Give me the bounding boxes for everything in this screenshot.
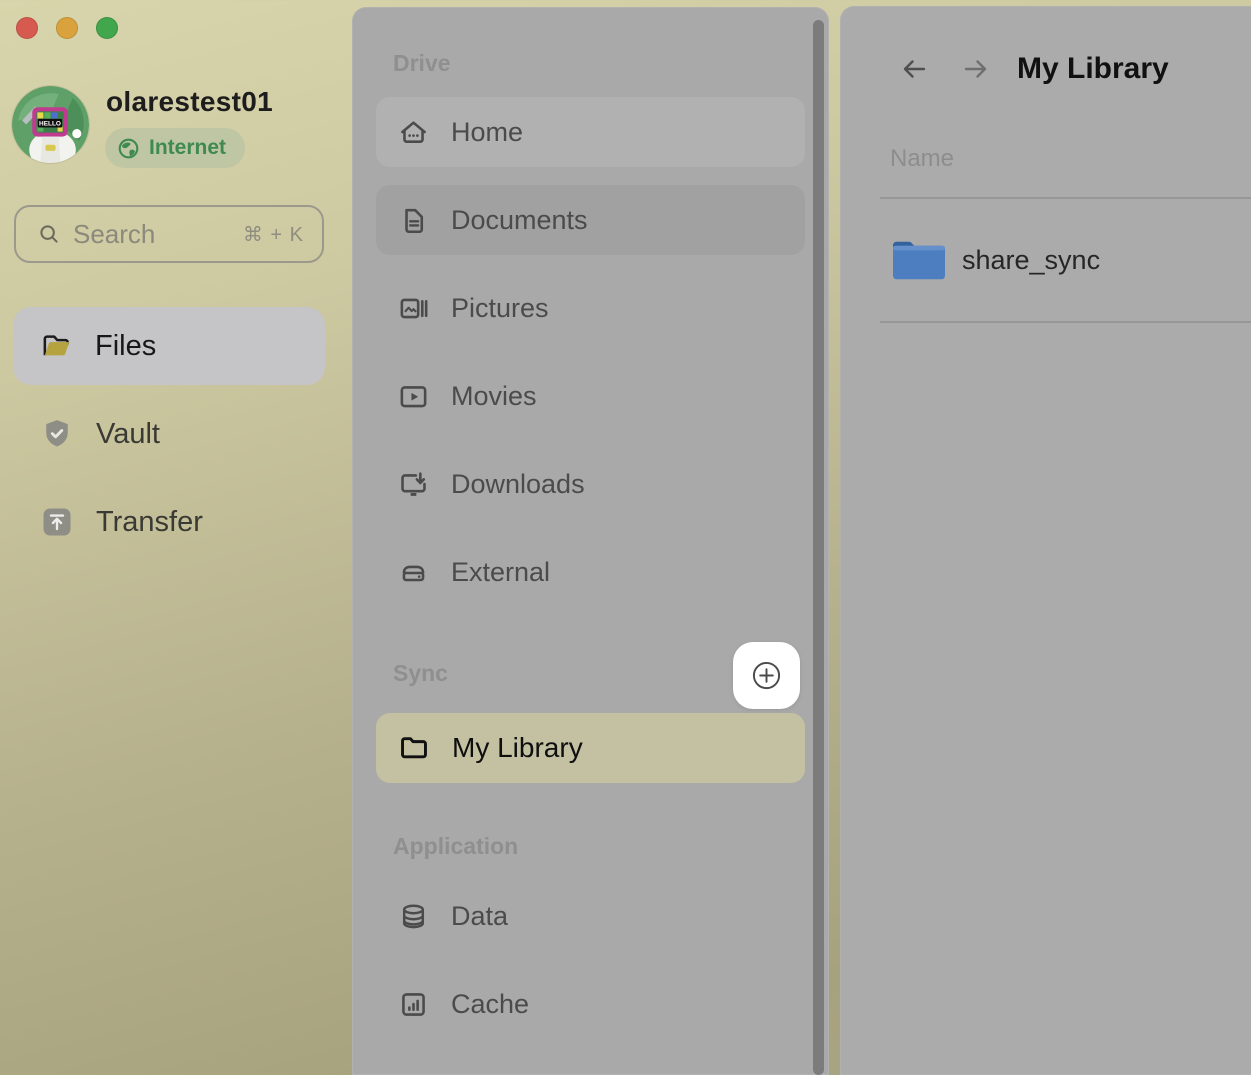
sidebar-item-label: Vault <box>96 418 160 451</box>
drive-item-my-library[interactable]: My Library <box>376 713 805 783</box>
sidebar-item-label: Files <box>95 330 156 363</box>
search-input[interactable] <box>73 219 230 250</box>
drive-item-label: External <box>451 557 550 588</box>
add-sync-button[interactable] <box>733 642 800 709</box>
drive-item-home[interactable]: Home <box>376 97 805 167</box>
svg-text:HELLO: HELLO <box>39 121 61 128</box>
external-drive-icon <box>398 557 429 588</box>
upload-icon <box>40 505 74 539</box>
folder-open-icon <box>40 330 73 363</box>
shield-check-icon <box>40 417 74 451</box>
column-header-name[interactable]: Name <box>890 145 954 173</box>
drive-panel: Drive Home Documents Pictures <box>352 7 829 1075</box>
drive-item-external[interactable]: External <box>376 537 805 607</box>
drive-item-cache[interactable]: Cache <box>376 969 805 1039</box>
content-panel: My Library Name share_sync <box>840 6 1251 1075</box>
download-monitor-icon <box>398 469 429 500</box>
file-name: share_sync <box>962 245 1100 276</box>
arrow-right-icon <box>960 53 992 85</box>
movie-icon <box>398 381 429 412</box>
drive-item-documents[interactable]: Documents <box>376 185 805 255</box>
network-status-badge: Internet <box>105 128 245 168</box>
sidebar-item-files[interactable]: Files <box>13 307 325 385</box>
search-icon <box>38 223 60 245</box>
section-title-drive: Drive <box>376 50 805 77</box>
globe-icon <box>117 137 140 160</box>
drive-item-label: Movies <box>451 381 537 412</box>
network-label: Internet <box>149 136 226 160</box>
username: olarestest01 <box>106 86 273 118</box>
sidebar: HELLO olarestest01 Internet ⌘ + K Files <box>0 0 352 1075</box>
sidebar-item-vault[interactable]: Vault <box>13 399 325 469</box>
drive-item-movies[interactable]: Movies <box>376 361 805 431</box>
avatar[interactable]: HELLO <box>12 86 89 163</box>
gallery-icon <box>398 293 429 324</box>
divider <box>880 321 1251 323</box>
search-shortcut: ⌘ + K <box>243 222 304 247</box>
drive-item-downloads[interactable]: Downloads <box>376 449 805 519</box>
chart-square-icon <box>398 989 429 1020</box>
folder-outline-icon <box>398 732 430 764</box>
arrow-left-icon <box>898 53 930 85</box>
back-button[interactable] <box>898 53 930 85</box>
content-header: My Library <box>898 52 1169 86</box>
section-title-application: Application <box>376 833 805 860</box>
minimize-button[interactable] <box>56 17 78 39</box>
drive-panel-scrollbar[interactable] <box>813 20 824 1075</box>
file-row-share-sync[interactable]: share_sync <box>880 199 1251 321</box>
forward-button[interactable] <box>960 53 992 85</box>
drive-item-label: Cache <box>451 989 529 1020</box>
drive-item-label: Data <box>451 901 508 932</box>
folder-icon <box>890 237 948 283</box>
drive-item-label: Home <box>451 117 523 148</box>
zoom-button[interactable] <box>96 17 118 39</box>
document-icon <box>398 205 429 236</box>
close-button[interactable] <box>16 17 38 39</box>
page-title: My Library <box>1017 52 1169 86</box>
drive-item-label: Pictures <box>451 293 549 324</box>
drive-item-pictures[interactable]: Pictures <box>376 273 805 343</box>
drive-item-label: Documents <box>451 205 588 236</box>
sidebar-item-label: Transfer <box>96 506 203 539</box>
home-icon <box>398 117 429 148</box>
search-box[interactable]: ⌘ + K <box>14 205 324 263</box>
drive-item-label: Downloads <box>451 469 585 500</box>
database-icon <box>398 901 429 932</box>
window-controls <box>16 17 118 39</box>
drive-item-data[interactable]: Data <box>376 881 805 951</box>
sidebar-item-transfer[interactable]: Transfer <box>13 487 325 557</box>
drive-item-label: My Library <box>452 732 583 764</box>
circle-plus-icon <box>751 660 782 691</box>
